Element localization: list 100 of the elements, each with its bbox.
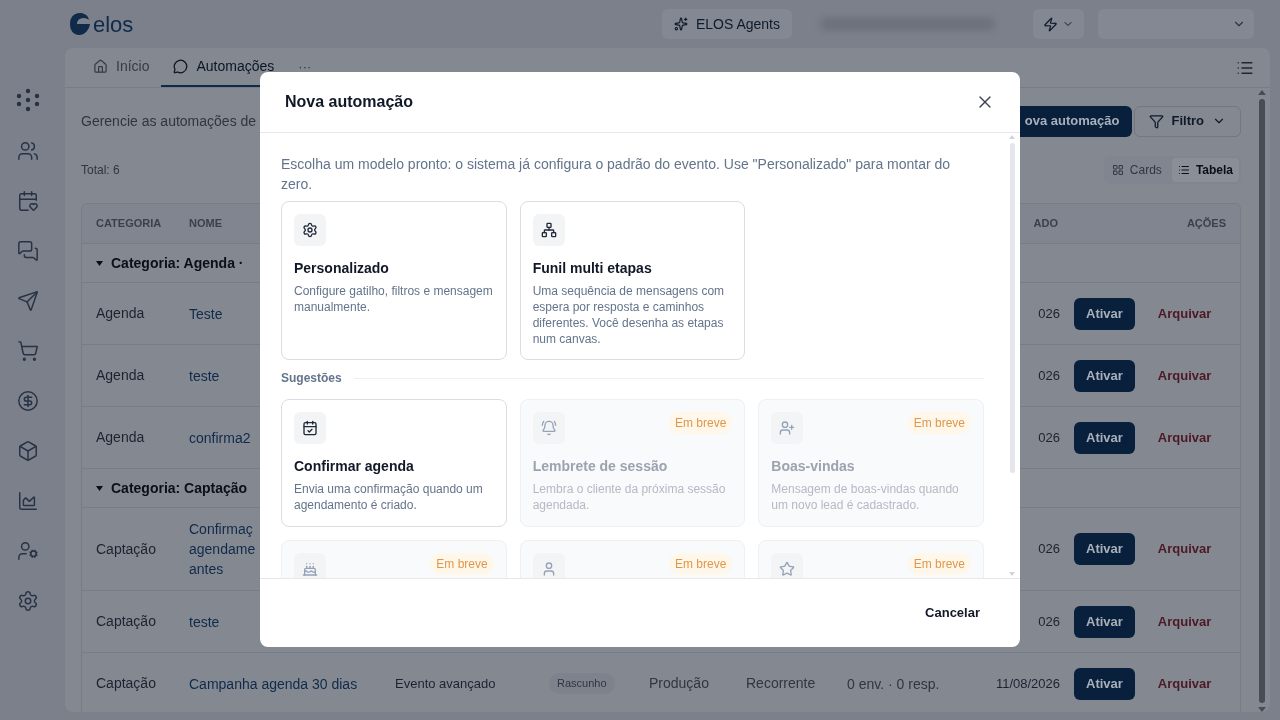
table-cell-text: Recorrente xyxy=(746,674,817,693)
logo-icon xyxy=(69,12,91,36)
user-plus-icon xyxy=(779,420,796,436)
activate-button[interactable]: Ativar xyxy=(1074,297,1135,330)
status-badge: Rascunho xyxy=(549,673,615,694)
bolt-icon xyxy=(1043,16,1058,32)
column-header: NOME xyxy=(189,216,222,232)
archive-link[interactable]: Arquivar xyxy=(1157,365,1212,386)
card-title: Boas-vindas xyxy=(771,457,856,476)
card-title: Funil multi etapas xyxy=(532,259,653,278)
users-icon[interactable] xyxy=(17,140,39,162)
name-cell-text: confirma2 xyxy=(189,428,251,448)
box-icon[interactable] xyxy=(17,440,39,462)
nav-tab[interactable]: Início xyxy=(81,47,162,87)
page-description: Gerencie as automações de xyxy=(81,111,257,131)
archive-link[interactable]: Arquivar xyxy=(1157,303,1212,324)
table-cell-text: Produção xyxy=(649,674,710,693)
name-cell-text: teste xyxy=(189,612,220,632)
table-cell-text: 026 xyxy=(1038,428,1061,447)
flow-icon xyxy=(540,222,557,238)
chart-icon[interactable] xyxy=(17,490,39,512)
star-icon xyxy=(779,561,796,577)
column-header: ADO xyxy=(1033,216,1059,232)
soon-badge: Em breve xyxy=(907,553,971,575)
view-toggle[interactable]: Tabela xyxy=(1171,158,1239,182)
card-title: Personalizado xyxy=(294,259,390,278)
settings-icon[interactable] xyxy=(17,590,39,612)
send-icon[interactable] xyxy=(17,290,39,312)
modal-intro: Escolha um modelo pronto: o sistema já configura o padrão do evento. Use "Personalizado" para montar do zero. xyxy=(281,155,952,194)
list-icon xyxy=(1177,164,1190,176)
table-cell-text: Agenda xyxy=(95,428,146,447)
user-gear-icon[interactable] xyxy=(17,540,39,562)
sparkle-icon xyxy=(673,17,688,31)
filter-icon xyxy=(1148,113,1164,129)
soon-badge: Em breve xyxy=(668,553,733,575)
soon-badge: Em breve xyxy=(907,412,971,434)
gear-icon xyxy=(302,222,318,238)
table-cell-text: 026 xyxy=(1038,612,1061,631)
soon-badge: Em breve xyxy=(430,553,494,575)
table-cell-text: Captação xyxy=(95,674,157,693)
name-cell-text: Confirmaç agendame antes xyxy=(189,520,256,579)
caret-icon[interactable] xyxy=(96,260,103,266)
name-cell-text: Teste xyxy=(189,304,223,324)
activate-button[interactable]: Ativar xyxy=(1074,667,1135,700)
group-label: Categoria: Agenda · xyxy=(111,253,244,273)
card-description: Mensagem de boas-vindas quando um novo lead é cadastrado. xyxy=(771,481,960,513)
cake-icon xyxy=(302,561,318,577)
chat-bubbles-icon[interactable] xyxy=(17,240,39,262)
column-header: CATEGORIA xyxy=(95,216,163,232)
table-cell-text: 0 env. · 0 resp. xyxy=(847,674,941,694)
calendar-heart-icon[interactable] xyxy=(17,190,39,212)
activate-button[interactable]: Ativar xyxy=(1074,421,1135,454)
name-cell-text: Campanha agenda 30 dias xyxy=(189,674,359,694)
table-cell-text: Captação xyxy=(95,612,157,631)
table-cell-text: 026 xyxy=(1038,304,1061,323)
hub-icon xyxy=(16,88,40,112)
card-description: Envia uma confirmação quando um agendamento é criado. xyxy=(294,481,484,513)
template-card[interactable]: Funil multi etapas Uma sequência de mensagens com espera por resposta e caminhos diferentes. Você desenha as etapas num canvas. xyxy=(519,201,746,360)
bell-icon xyxy=(540,420,557,436)
logo-text: elos xyxy=(93,10,134,39)
calendar-check-icon xyxy=(302,420,318,436)
scrollbar[interactable] xyxy=(1257,90,1267,712)
modal-title: Nova automação xyxy=(285,92,414,112)
dollar-icon[interactable] xyxy=(17,390,39,412)
bolt-dropdown[interactable] xyxy=(1033,9,1084,39)
home-icon xyxy=(93,58,108,74)
section-label: Sugestões xyxy=(281,370,342,387)
name-cell-text: teste xyxy=(189,366,220,386)
cart-icon[interactable] xyxy=(17,340,39,362)
total-count: Total: 6 xyxy=(81,162,120,179)
card-description: Configure gatilho, filtros e mensagem manualmente. xyxy=(294,283,494,315)
card-description: Lembra o cliente da próxima sessão agendada. xyxy=(532,481,727,513)
card-title: Confirmar agenda xyxy=(294,457,415,476)
archive-link[interactable]: Arquivar xyxy=(1157,539,1212,559)
template-card[interactable]: Confirmar agenda Envia uma confirmação quando um agendamento é criado. xyxy=(281,399,507,527)
card-title: Lembrete de sessão xyxy=(532,457,669,476)
grid-icon xyxy=(1111,164,1124,176)
archive-link[interactable]: Arquivar xyxy=(1157,673,1212,694)
table-cell-text: 026 xyxy=(1038,366,1061,385)
activate-button[interactable]: Ativar xyxy=(1074,533,1135,565)
card-description: Uma sequência de mensagens com espera por resposta e caminhos diferentes. Você desenha as etapas num canvas. xyxy=(532,283,726,347)
soon-badge: Em breve xyxy=(668,412,733,434)
chat-icon xyxy=(173,58,189,74)
archive-link[interactable]: Arquivar xyxy=(1157,611,1212,632)
table-cell-text: Agenda xyxy=(95,304,146,323)
table-cell-text: 11/08/2026 xyxy=(995,674,1061,693)
view-toggle[interactable]: Cards xyxy=(1105,158,1168,182)
agents-button[interactable]: ELOS Agents xyxy=(661,9,792,39)
column-header: AÇÕES xyxy=(1186,216,1227,232)
archive-link[interactable]: Arquivar xyxy=(1157,427,1212,448)
caret-icon[interactable] xyxy=(96,485,103,491)
template-card[interactable]: Personalizado Configure gatilho, filtros e mensagem manualmente. xyxy=(281,201,507,360)
table-cell-text: 026 xyxy=(1038,540,1061,559)
cancel-button[interactable]: Cancelar xyxy=(913,595,992,631)
activate-button[interactable]: Ativar xyxy=(1074,359,1135,392)
activate-button[interactable]: Ativar xyxy=(1074,605,1135,638)
list-icon[interactable] xyxy=(1236,59,1254,77)
table-cell-text: Agenda xyxy=(95,366,146,385)
filter-button[interactable]: Filtro xyxy=(1133,105,1241,137)
table-cell-text: Evento avançado xyxy=(394,674,497,693)
